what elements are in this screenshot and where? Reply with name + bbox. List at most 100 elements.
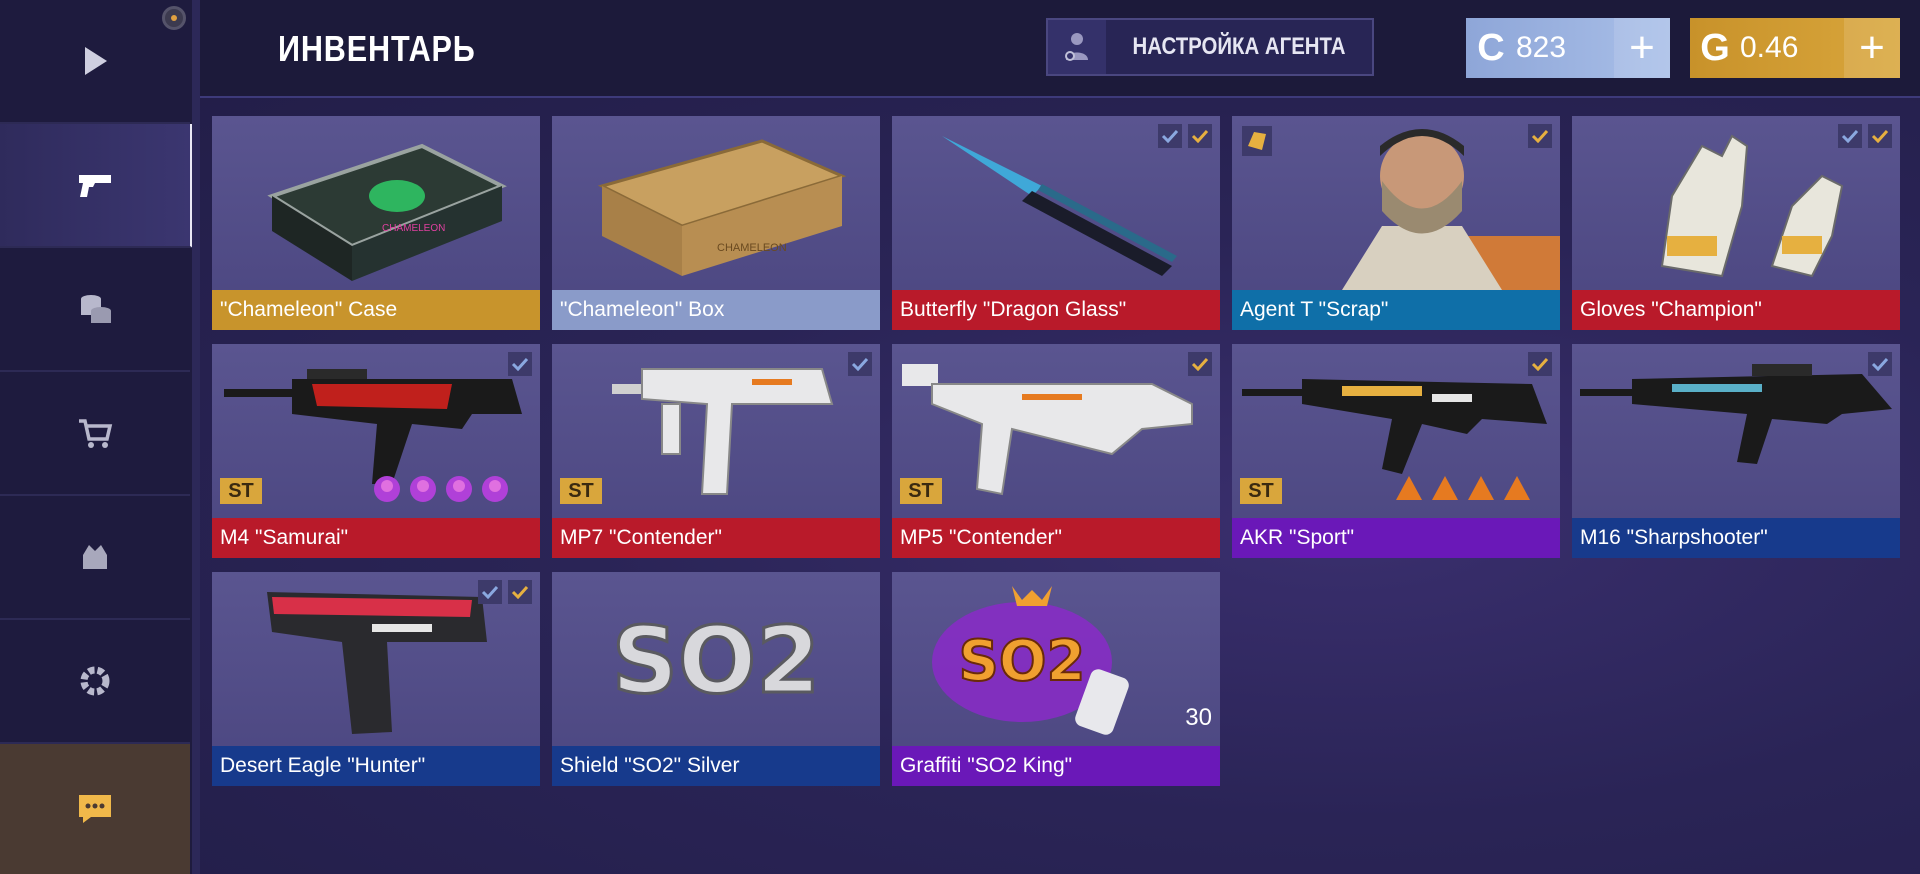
item-card[interactable]: ST M4 "Samurai" [212, 344, 540, 558]
item-name: MP7 "Contender" [552, 518, 880, 558]
case-text: CHAMELEON [382, 223, 445, 234]
add-gold-button[interactable]: + [1844, 18, 1900, 78]
item-card[interactable]: SO2 30 Graffiti "SO2 King" [892, 572, 1220, 786]
item-flags [508, 352, 532, 376]
item-card[interactable]: Gloves "Champion" [1572, 116, 1900, 330]
shield-art: SO2 [610, 606, 821, 716]
pistol-icon [79, 175, 111, 197]
credits-balance: C 823 + [1466, 18, 1670, 78]
sticker-icon [1468, 476, 1494, 500]
sidebar-border [192, 0, 200, 874]
sticker-icon [410, 476, 436, 502]
item-flags [1868, 352, 1892, 376]
item-card[interactable]: ST MP5 "Contender" [892, 344, 1220, 558]
item-card[interactable]: Agent T "Scrap" [1232, 116, 1560, 330]
graffiti-art: SO2 [932, 586, 1129, 735]
item-name: Agent T "Scrap" [1232, 290, 1560, 330]
cart-icon [79, 419, 113, 448]
coins-icon [81, 295, 111, 323]
sticker-icon [1396, 476, 1422, 500]
check-icon [1188, 352, 1212, 376]
check-icon [1868, 124, 1892, 148]
agent-gear-icon [1048, 20, 1106, 74]
sidebar-item-play[interactable] [0, 0, 190, 124]
stattrack-badge: ST [900, 478, 942, 504]
clan-icon [83, 545, 107, 569]
item-card[interactable]: CHAMELEON "Chameleon" Box [552, 116, 880, 330]
item-name: "Chameleon" Case [212, 290, 540, 330]
check-icon [508, 352, 532, 376]
sidebar-item-clan[interactable] [0, 496, 190, 620]
sticker-icon [374, 476, 400, 502]
item-name: AKR "Sport" [1232, 518, 1560, 558]
item-flags [478, 580, 532, 604]
sticker-icon [446, 476, 472, 502]
item-name: Butterfly "Dragon Glass" [892, 290, 1220, 330]
item-card[interactable]: M16 "Sharpshooter" [1572, 344, 1900, 558]
check-icon [848, 352, 872, 376]
item-name: Shield "SO2" Silver [552, 746, 880, 786]
item-card[interactable]: Butterfly "Dragon Glass" [892, 116, 1220, 330]
agent-art [1242, 126, 1560, 290]
gold-icon: G [1700, 26, 1730, 69]
sticker-row [372, 474, 510, 504]
sticker-icon [1432, 476, 1458, 500]
item-name: MP5 "Contender" [892, 518, 1220, 558]
sticker-row [1394, 474, 1532, 504]
agent-setup-label: НАСТРОЙКА АГЕНТА [1132, 33, 1346, 60]
agent-setup-button[interactable]: НАСТРОЙКА АГЕНТА [1046, 18, 1374, 76]
sidebar-item-market[interactable] [0, 248, 190, 372]
item-name: "Chameleon" Box [552, 290, 880, 330]
item-name: Graffiti "SO2 King" [892, 746, 1220, 786]
item-flags [1188, 352, 1212, 376]
check-icon [478, 580, 502, 604]
play-icon [85, 47, 107, 75]
check-icon [508, 580, 532, 604]
check-icon [1528, 124, 1552, 148]
add-credits-button[interactable]: + [1614, 18, 1670, 78]
item-card[interactable]: SO2 Shield "SO2" Silver [552, 572, 880, 786]
item-name: M16 "Sharpshooter" [1572, 518, 1900, 558]
check-icon [1188, 124, 1212, 148]
stattrack-badge: ST [220, 478, 262, 504]
item-name: Desert Eagle "Hunter" [212, 746, 540, 786]
chat-icon [79, 795, 111, 823]
stattrack-badge: ST [560, 478, 602, 504]
sidebar [0, 0, 193, 874]
item-flags [1528, 352, 1552, 376]
item-card[interactable]: ST MP7 "Contender" [552, 344, 880, 558]
credits-icon: C [1477, 26, 1505, 69]
check-icon [1158, 124, 1182, 148]
item-flags [1838, 124, 1892, 148]
gold-balance: G 0.46 + [1690, 18, 1900, 78]
check-icon [1528, 352, 1552, 376]
check-icon [1838, 124, 1862, 148]
case-art: CHAMELEON [267, 143, 507, 281]
sidebar-item-inventory[interactable] [0, 124, 193, 248]
so2-graffiti-logo: SO2 [959, 629, 1086, 694]
item-card[interactable]: ST AKR "Sport" [1232, 344, 1560, 558]
sticker-icon [482, 476, 508, 502]
so2-logo: SO2 [612, 607, 820, 714]
item-quantity: 30 [1185, 704, 1212, 731]
item-flags [848, 352, 872, 376]
sidebar-item-chat[interactable] [0, 744, 190, 874]
item-card[interactable]: Desert Eagle "Hunter" [212, 572, 540, 786]
sidebar-item-settings[interactable] [0, 620, 190, 744]
sidebar-item-shop[interactable] [0, 372, 190, 496]
top-bar: ИНВЕНТАРЬ НАСТРОЙКА АГЕНТА C 823 + G 0.4… [200, 0, 1920, 98]
credits-amount: 823 [1516, 31, 1567, 64]
item-flags [1158, 124, 1212, 148]
sticker-icon [1504, 476, 1530, 500]
item-name: M4 "Samurai" [212, 518, 540, 558]
gold-amount: 0.46 [1740, 31, 1799, 64]
box-art: CHAMELEON [597, 139, 847, 276]
box-text: CHAMELEON [717, 242, 787, 254]
stattrack-badge: ST [1240, 478, 1282, 504]
item-name: Gloves "Champion" [1572, 290, 1900, 330]
page-title: ИНВЕНТАРЬ [278, 28, 476, 69]
gear-icon [80, 666, 110, 696]
item-card[interactable]: CHAMELEON "Chameleon" Case [212, 116, 540, 330]
check-icon [1868, 352, 1892, 376]
rifle-art [1580, 364, 1892, 464]
